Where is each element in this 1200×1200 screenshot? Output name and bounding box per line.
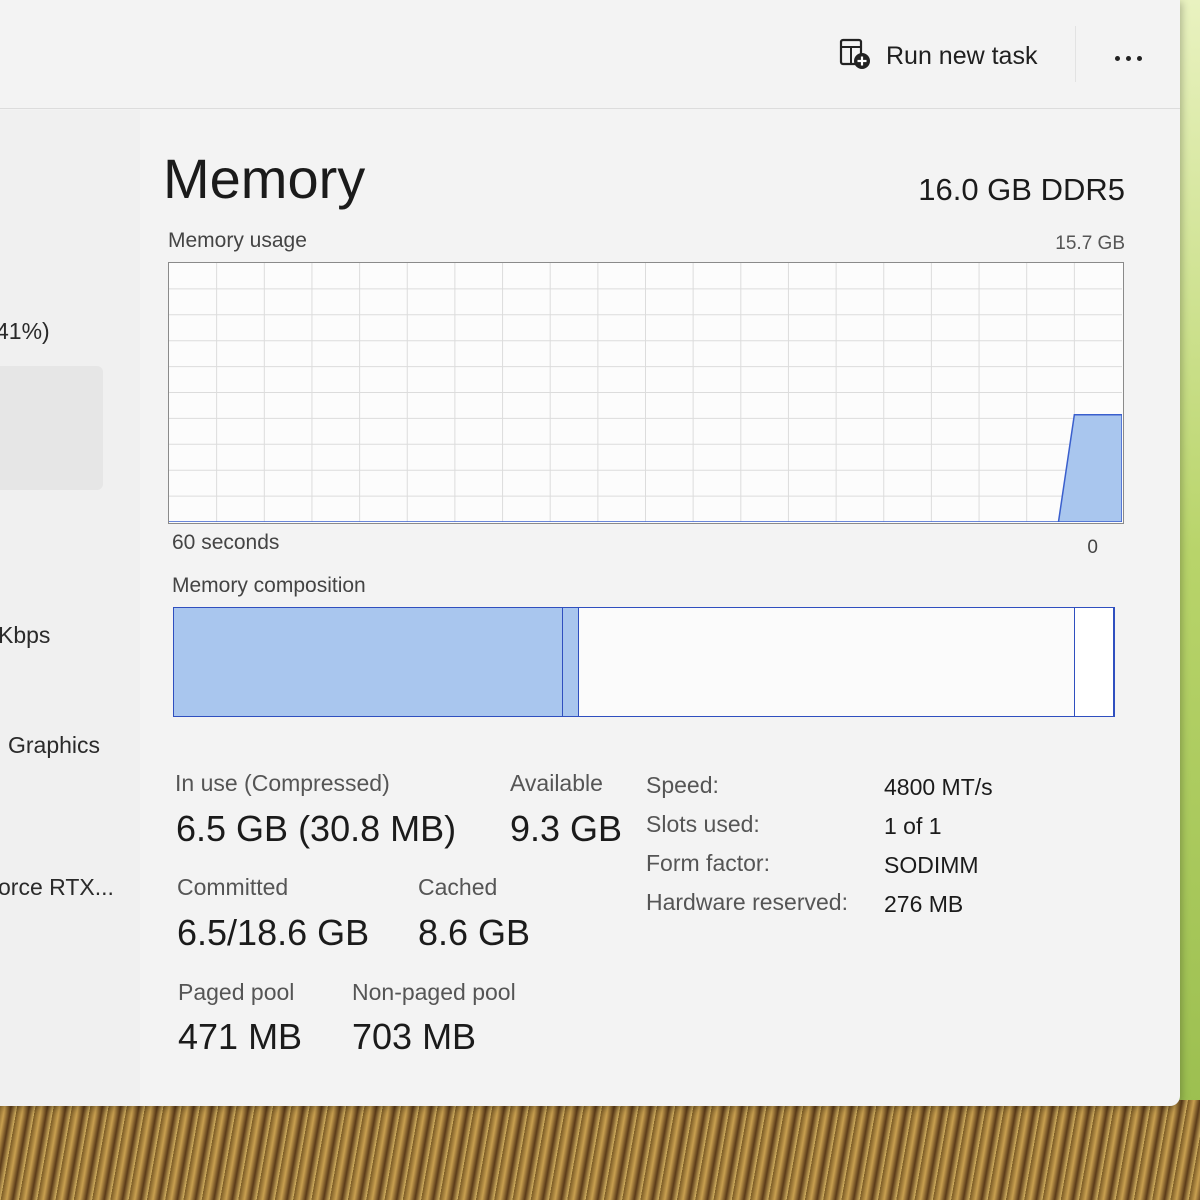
paged-pool-label: Paged pool xyxy=(178,979,295,1005)
non-paged-pool-label: Non-paged pool xyxy=(352,979,516,1005)
paged-pool-value: 471 MB xyxy=(178,1016,303,1057)
graph-zero-label: 0 xyxy=(1087,537,1098,558)
composition-free xyxy=(1074,608,1114,716)
cached-label: Cached xyxy=(418,874,498,900)
more-options-icon xyxy=(1114,55,1120,61)
hardware-reserved-label: Hardware reserved: xyxy=(646,889,848,915)
committed-label: Committed xyxy=(177,874,289,900)
composition-standby xyxy=(579,608,1075,716)
sidebar-item-network-rate[interactable]: Kbps xyxy=(0,622,50,649)
memory-spec: 16.0 GB DDR5 xyxy=(918,172,1125,207)
committed-value: 6.5/18.6 GB xyxy=(177,912,370,953)
toolbar-divider xyxy=(1075,26,1076,82)
sidebar-item-memory-usage: 41%) xyxy=(0,318,50,344)
memory-usage-label: Memory usage xyxy=(168,229,307,252)
run-new-task-button[interactable]: Run new task xyxy=(838,36,1037,76)
run-task-icon xyxy=(838,37,872,76)
page-title: Memory xyxy=(163,147,366,210)
speed-value: 4800 MT/s xyxy=(884,774,993,800)
non-paged-pool-value: 703 MB xyxy=(352,1016,477,1057)
composition-modified xyxy=(563,608,580,716)
more-options-icon-dot xyxy=(1136,55,1142,61)
toolbar: Run new task xyxy=(0,0,1180,109)
form-factor-value: SODIMM xyxy=(884,852,979,878)
composition-in-use xyxy=(174,608,564,716)
memory-usage-max: 15.7 GB xyxy=(1055,233,1125,254)
more-options-icon-dot xyxy=(1125,55,1131,61)
sidebar-item-memory[interactable] xyxy=(0,366,103,490)
slots-used-value: 1 of 1 xyxy=(884,813,942,839)
available-label: Available xyxy=(510,770,603,796)
in-use-label: In use (Compressed) xyxy=(175,770,390,796)
performance-sidebar xyxy=(0,110,140,1106)
sidebar-item-gpu-name[interactable]: Graphics xyxy=(8,732,100,759)
memory-usage-chart xyxy=(169,263,1123,523)
graph-time-label: 60 seconds xyxy=(172,531,280,554)
sidebar-item-gpu2-name[interactable]: orce RTX... xyxy=(0,874,114,901)
hardware-reserved-value: 276 MB xyxy=(884,891,964,917)
slots-used-label: Slots used: xyxy=(646,811,760,837)
task-manager-window: Run new task 41%) Kbps Graphics orce RTX… xyxy=(0,0,1180,1106)
form-factor-label: Form factor: xyxy=(646,850,770,876)
more-options-button[interactable] xyxy=(1104,40,1152,76)
speed-label: Speed: xyxy=(646,772,719,798)
memory-composition-bar xyxy=(173,607,1115,717)
cached-value: 8.6 GB xyxy=(418,912,531,953)
run-new-task-label: Run new task xyxy=(886,41,1038,70)
in-use-value: 6.5 GB (30.8 MB) xyxy=(176,808,457,849)
available-value: 9.3 GB xyxy=(510,808,623,849)
memory-usage-graph xyxy=(168,262,1124,524)
memory-composition-label: Memory composition xyxy=(172,574,366,597)
desktop-wallpaper xyxy=(0,1100,1200,1200)
